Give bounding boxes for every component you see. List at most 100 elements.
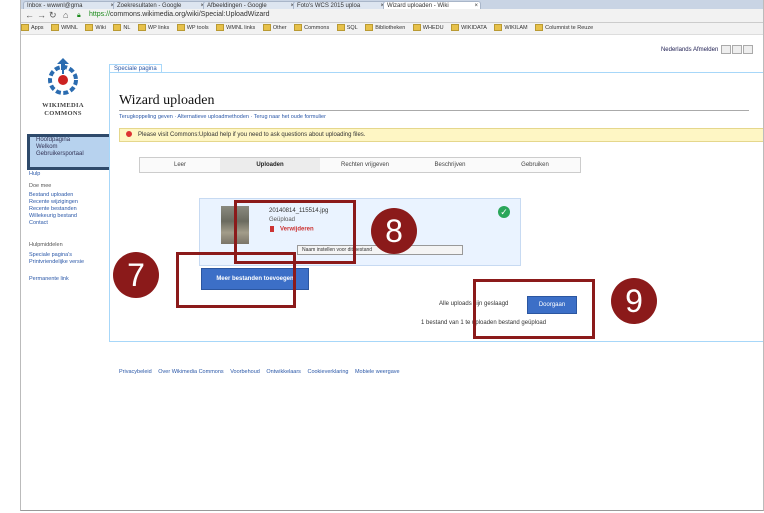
wikimedia-commons-logo[interactable] <box>43 58 83 98</box>
bookmark-item[interactable]: WP links <box>137 23 170 34</box>
bookmark-label: Columnist te Reuze <box>545 25 594 31</box>
folder-icon <box>336 24 345 32</box>
bookmark-label: WIKILAM <box>504 25 528 31</box>
bookmark-label: WHEDU <box>422 25 444 31</box>
logo-text-line: COMMONS <box>44 110 82 117</box>
folder-icon <box>85 24 94 32</box>
folder-icon <box>262 24 271 32</box>
bookmark-label: WP tools <box>186 25 209 31</box>
checkmark-icon: ✓ <box>498 206 510 218</box>
sidebar-item-permalink[interactable]: Permanente link <box>29 276 69 282</box>
footer-link-developers[interactable]: Ontwikkelaars <box>266 369 301 375</box>
bookmark-item[interactable]: WMNL links <box>216 23 255 34</box>
folder-icon <box>137 24 146 32</box>
folder-icon <box>451 24 460 32</box>
folder-icon <box>113 24 122 32</box>
sidebar-item-upload[interactable]: Bestand uploaden <box>29 192 73 198</box>
folder-icon <box>176 24 185 32</box>
folder-icon <box>535 24 544 32</box>
bookmark-label: WMNL links <box>226 25 256 31</box>
browser-window: Inbox - wwwnl@gma× Zoekresultaten - Goog… <box>20 0 764 511</box>
bookmark-item[interactable]: WMNL <box>51 23 78 34</box>
annotation-box-9 <box>473 279 595 339</box>
folder-icon <box>494 24 503 32</box>
url-scheme: https:// <box>89 11 111 18</box>
sidebar-item-special-pages[interactable]: Speciale pagina's <box>29 252 72 258</box>
folder-icon <box>216 24 225 32</box>
bookmarks-bar: Apps WMNL Wiki NL WP links WP tools WMNL… <box>21 23 763 35</box>
bookmark-item[interactable]: WP tools <box>176 23 209 34</box>
bookmark-item[interactable]: Columnist te Reuze <box>535 23 593 34</box>
bookmark-item[interactable]: Apps <box>21 23 44 34</box>
home-icon[interactable]: ⌂ <box>63 10 68 21</box>
sidebar-highlight-box: Hoofdpagina Welkom Gebruikersportaal <box>27 134 113 170</box>
footer-links: Privacybeleid Over Wikimedia Commons Voo… <box>119 369 405 375</box>
bookmark-item[interactable]: SQL <box>336 23 358 34</box>
url-path: commons.wikimedia.org/wiki/Special:Uploa… <box>110 11 270 18</box>
sidebar-item-welcome[interactable]: Welkom <box>30 144 110 151</box>
bookmark-label: SQL <box>346 25 358 31</box>
bookmark-label: Wiki <box>95 25 106 31</box>
footer-link-about[interactable]: Over Wikimedia Commons <box>158 369 223 375</box>
sidebar-item-printable[interactable]: Printvriendelijke versie <box>29 259 99 265</box>
toolbar-icon[interactable] <box>721 45 731 54</box>
bookmark-label: WP links <box>147 25 170 31</box>
forward-icon[interactable]: → <box>37 10 46 21</box>
sidebar-item-main-page[interactable]: Hoofdpagina <box>30 137 110 144</box>
personal-links[interactable]: Nederlands Afmelden <box>661 47 718 53</box>
sidebar-section-heading: Hulpmiddelen <box>29 242 63 248</box>
bookmark-item[interactable]: WIKILAM <box>494 23 528 34</box>
bookmark-label: Other <box>272 25 287 31</box>
annotation-box-7 <box>176 252 296 308</box>
tab-bar: Inbox - wwwnl@gma× Zoekresultaten - Goog… <box>21 0 763 10</box>
bookmark-label: NL <box>123 25 131 31</box>
footer-link-disclaimer[interactable]: Voorbehoud <box>230 369 260 375</box>
footer-link-privacy[interactable]: Privacybeleid <box>119 369 152 375</box>
bookmark-item[interactable]: Wiki <box>85 23 106 34</box>
footer-link-cookies[interactable]: Cookieverklaring <box>307 369 348 375</box>
step-release-rights: Rechten vrijgeven <box>340 162 390 168</box>
step-describe: Beschrijven <box>434 162 466 168</box>
title-divider <box>119 110 749 111</box>
footer-link-mobile[interactable]: Mobiele weergave <box>355 369 400 375</box>
sidebar-item-help[interactable]: Hulp <box>29 171 40 177</box>
logo-text-line: WIKIMEDIA <box>42 102 84 109</box>
sidebar-item-random-file[interactable]: Willekeurig bestand <box>29 213 77 219</box>
wizard-steps: Leer Uploaden Rechten vrijgeven Beschrij… <box>139 157 581 173</box>
folder-icon <box>412 24 421 32</box>
sidebar-item-recent-files[interactable]: Recente bestanden <box>29 206 77 212</box>
annotation-marker-7: 7 <box>113 252 159 298</box>
page-title: Wizard uploaden <box>119 93 215 108</box>
sidebar-item-contact[interactable]: Contact <box>29 220 48 226</box>
help-notice: Please visit Commons:Upload help if you … <box>119 128 763 142</box>
back-icon[interactable]: ← <box>25 10 34 21</box>
personal-tools: Nederlands Afmelden <box>661 45 753 54</box>
bookmark-label: Apps <box>31 25 44 31</box>
step-use: Gebruiken <box>521 162 549 168</box>
toolbar-icon[interactable] <box>743 45 753 54</box>
bookmark-item[interactable]: WHEDU <box>412 23 444 34</box>
url-field[interactable]: https://commons.wikimedia.org/wiki/Speci… <box>89 10 589 20</box>
notice-text[interactable]: Please visit Commons:Upload help if you … <box>138 132 365 138</box>
bookmark-item[interactable]: Commons <box>294 23 329 34</box>
alert-icon <box>126 131 132 138</box>
toolbar-icon[interactable] <box>732 45 742 54</box>
reload-icon[interactable]: ↻ <box>49 10 57 21</box>
sidebar-item-community-portal[interactable]: Gebruikersportaal <box>30 151 110 158</box>
sidebar-section-heading: Doe mee <box>29 183 52 189</box>
logo-wordmark: WIKIMEDIA COMMONS <box>33 102 93 118</box>
bookmark-item[interactable]: Bibliotheken <box>365 23 405 34</box>
sidebar-item-recent-changes[interactable]: Recente wijzigingen <box>29 199 78 205</box>
step-learn: Leer <box>173 162 186 168</box>
bookmark-item[interactable]: Other <box>262 23 287 34</box>
bookmark-label: Commons <box>304 25 330 31</box>
folder-icon <box>51 24 60 32</box>
subtitle-links[interactable]: Terugkoppeling geven · Alternatieve uplo… <box>119 114 326 120</box>
bookmark-label: WMNL <box>61 25 78 31</box>
step-upload: Uploaden <box>220 158 320 172</box>
bookmark-item[interactable]: WIKIDATA <box>451 23 487 34</box>
bookmark-item[interactable]: NL <box>113 23 130 34</box>
annotation-marker-9: 9 <box>611 278 657 324</box>
folder-icon <box>21 24 29 32</box>
bookmark-label: WIKIDATA <box>461 25 487 31</box>
